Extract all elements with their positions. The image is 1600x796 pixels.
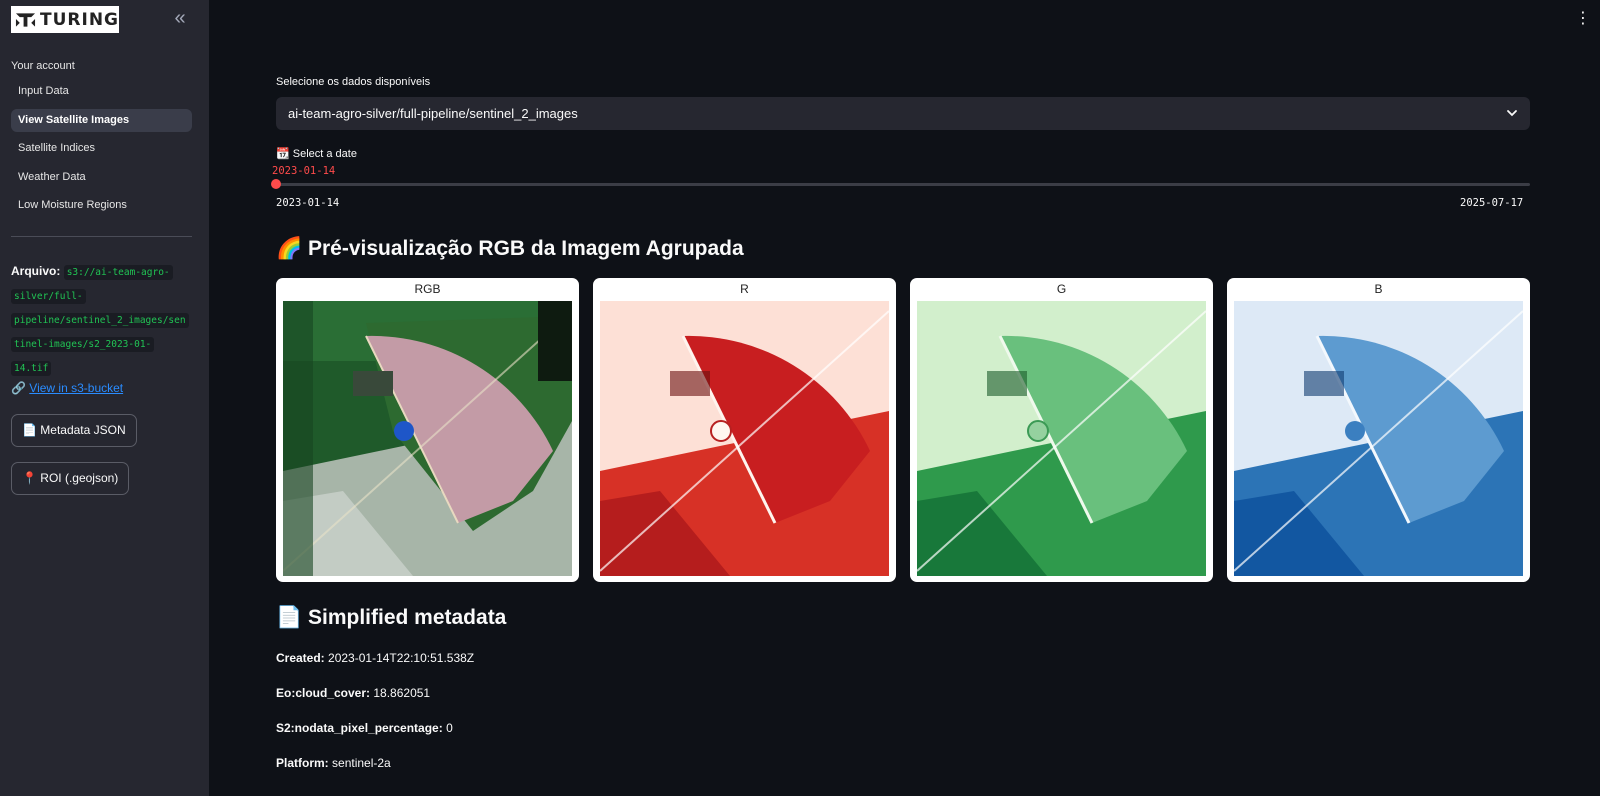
sidebar: TURING « Your account Input Data View Sa…	[0, 0, 209, 796]
preview-card-rgb: RGB	[276, 278, 579, 582]
metadata-row-nodata: S2:nodata_pixel_percentage: 0	[276, 721, 453, 735]
file-path-block: Arquivo: s3://ai-team-agro- silver/full-…	[11, 260, 196, 380]
s3-link-row: 🔗 View in s3-bucket	[11, 381, 123, 395]
sidebar-divider	[11, 236, 192, 237]
red-band-image	[600, 301, 889, 576]
collapse-sidebar-icon[interactable]: «	[170, 8, 190, 29]
view-s3-bucket-link[interactable]: View in s3-bucket	[29, 381, 123, 395]
green-band-image	[917, 301, 1206, 576]
date-slider-thumb[interactable]	[271, 179, 281, 189]
preview-card-title: B	[1374, 282, 1383, 296]
slider-max-label: 2025-07-17	[1460, 197, 1524, 209]
sidebar-item-weather-data[interactable]: Weather Data	[11, 166, 192, 189]
file-path-label: Arquivo:	[11, 264, 61, 278]
metadata-row-created: Created: 2023-01-14T22:10:51.538Z	[276, 651, 474, 665]
date-slider-track[interactable]	[276, 183, 1530, 186]
file-path-line: tinel-images/s2_2023-01-	[11, 337, 155, 352]
sidebar-item-input-data[interactable]: Input Data	[11, 80, 192, 103]
preview-card-g: G	[910, 278, 1213, 582]
sidebar-item-view-satellite-images[interactable]: View Satellite Images	[11, 109, 192, 132]
turing-logo-icon	[15, 12, 36, 27]
metadata-row-platform: Platform: sentinel-2a	[276, 756, 391, 770]
metadata-json-button[interactable]: 📄 Metadata JSON	[11, 414, 137, 447]
metadata-value: 0	[446, 721, 453, 735]
metadata-row-cloud-cover: Eo:cloud_cover: 18.862051	[276, 686, 430, 700]
slider-min-label: 2023-01-14	[276, 197, 340, 209]
logo-text: TURING	[40, 9, 119, 30]
metadata-value: 2023-01-14T22:10:51.538Z	[328, 651, 475, 665]
preview-card-title: G	[1056, 282, 1067, 296]
metadata-value: 18.862051	[373, 686, 431, 700]
file-path-line: s3://ai-team-agro-	[63, 265, 173, 280]
dataset-select-value: ai-team-agro-silver/full-pipeline/sentin…	[288, 106, 578, 121]
metadata-value: sentinel-2a	[332, 756, 391, 770]
file-path-line: pipeline/sentinel_2_images/sen	[11, 313, 189, 328]
main-menu-icon[interactable]: ⋮	[1575, 10, 1591, 28]
blue-band-image	[1234, 301, 1523, 576]
select-label: Selecione os dados disponíveis	[276, 76, 431, 88]
preview-title: 🌈 Pré-visualização RGB da Imagem Agrupad…	[276, 237, 744, 260]
slider-current-value: 2023-01-14	[272, 165, 336, 177]
metadata-title: 📄 Simplified metadata	[276, 606, 507, 629]
metadata-key: S2:nodata_pixel_percentage:	[276, 721, 443, 735]
preview-card-r: R	[593, 278, 896, 582]
metadata-key: Eo:cloud_cover:	[276, 686, 371, 700]
date-slider-label: 📆 Select a date	[276, 148, 357, 160]
preview-card-b: B	[1227, 278, 1530, 582]
link-icon: 🔗	[11, 381, 26, 395]
preview-card-title: R	[740, 282, 749, 296]
roi-geojson-button[interactable]: 📍 ROI (.geojson)	[11, 462, 130, 495]
chevron-down-icon	[1507, 110, 1517, 117]
nav-header: Your account	[11, 60, 75, 72]
file-path-line: 14.tif	[11, 361, 52, 376]
metadata-key: Created:	[276, 651, 325, 665]
sidebar-item-low-moisture-regions[interactable]: Low Moisture Regions	[11, 194, 192, 217]
preview-card-title: RGB	[414, 282, 441, 296]
dataset-select[interactable]: ai-team-agro-silver/full-pipeline/sentin…	[276, 97, 1530, 130]
turing-logo: TURING	[11, 6, 119, 33]
sidebar-item-satellite-indices[interactable]: Satellite Indices	[11, 137, 192, 160]
rgb-satellite-image	[283, 301, 572, 576]
metadata-key: Platform:	[276, 756, 329, 770]
file-path-line: silver/full-	[11, 289, 86, 304]
